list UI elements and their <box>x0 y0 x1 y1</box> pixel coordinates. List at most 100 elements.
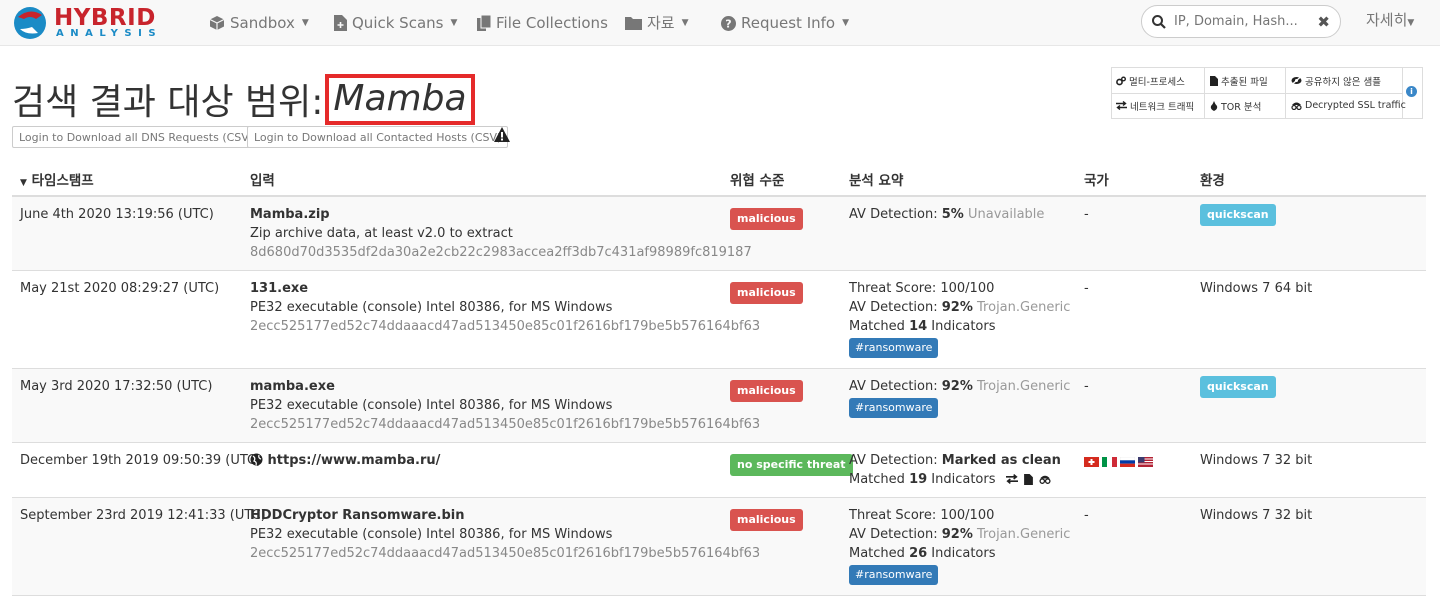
caret-down-icon: ▼ <box>301 18 309 28</box>
language-menu[interactable]: 자세히▼ <box>1366 0 1414 42</box>
flag-switzerland-icon[interactable] <box>1084 457 1099 467</box>
nav-file-collections[interactable]: File Collections <box>477 0 608 46</box>
legend-network-traffic: 네트워크 트래픽 <box>1112 93 1194 118</box>
folder-icon <box>625 17 642 30</box>
warning-icon[interactable] <box>493 126 511 144</box>
row-filetype: PE32 executable (console) Intel 80386, f… <box>250 527 613 542</box>
flag-usa-icon[interactable] <box>1138 457 1153 467</box>
row-summary: AV Detection: 92% Trojan.Generic #ransom… <box>849 377 1070 418</box>
row-hash: 2ecc525177ed52c74ddaaacd47ad513450e85c01… <box>250 546 761 561</box>
spy-icon <box>1039 475 1051 484</box>
hybrid-analysis-logo[interactable]: HYBRID ANALYSIS <box>12 5 180 41</box>
question-circle-icon: ? <box>721 15 736 31</box>
top-navbar: HYBRID ANALYSIS Sandbox ▼ Quick Scans ▼ … <box>0 0 1440 46</box>
file-icon <box>1210 75 1218 86</box>
environment-badge: quickscan <box>1200 376 1276 398</box>
eye-slash-icon <box>1291 76 1302 85</box>
row-timestamp: December 19th 2019 09:50:39 (UTC) <box>20 453 262 468</box>
row-filename[interactable]: mamba.exe <box>250 377 760 396</box>
matched-indicators: Matched 14 Indicators <box>849 319 996 334</box>
results-table-header: ▼ 타임스탬프 입력 위협 수준 분석 요약 국가 환경 <box>12 160 1426 197</box>
flag-russia-icon[interactable] <box>1120 457 1135 467</box>
column-summary: 분석 요약 <box>849 173 904 189</box>
row-filename[interactable]: Mamba.zip <box>250 205 752 224</box>
row-input: https://www.mamba.ru/ <box>250 451 440 470</box>
threat-badge: malicious <box>730 208 803 230</box>
matched-indicators: Matched 19 Indicators <box>849 470 1061 489</box>
info-icon[interactable]: i <box>1406 86 1417 97</box>
row-hash: 2ecc525177ed52c74ddaaacd47ad513450e85c01… <box>250 319 761 334</box>
row-summary: AV Detection: 5% Unavailable <box>849 205 1044 224</box>
table-row[interactable]: December 19th 2019 09:50:39 (UTC) https:… <box>12 443 1426 498</box>
legend-extracted-files: 추출된 파일 <box>1206 68 1268 93</box>
flag-italy-icon[interactable] <box>1102 457 1117 467</box>
row-summary: Threat Score: 100/100 AV Detection: 92% … <box>849 279 1070 358</box>
globe-icon <box>250 453 263 466</box>
legend-multi-process: 멀티-프로세스 <box>1112 68 1185 93</box>
nav-sandbox[interactable]: Sandbox ▼ <box>209 0 309 46</box>
row-timestamp: June 4th 2020 13:19:56 (UTC) <box>20 207 214 222</box>
tag-ransomware[interactable]: #ransomware <box>849 338 939 358</box>
table-row[interactable]: June 4th 2020 13:19:56 (UTC) Mamba.zip Z… <box>12 197 1426 271</box>
sort-desc-icon: ▼ <box>20 178 27 188</box>
legend-unshared-samples: 공유하지 않은 샘플 <box>1287 68 1381 93</box>
exchange-icon <box>1005 474 1018 484</box>
row-url[interactable]: https://www.mamba.ru/ <box>250 451 440 470</box>
row-input: HDDCryptor Ransomware.bin PE32 executabl… <box>250 506 760 563</box>
av-detection: AV Detection: 92% Trojan.Generic <box>849 379 1071 394</box>
column-country: 국가 <box>1084 173 1109 189</box>
search-icon <box>1152 14 1166 29</box>
download-hosts-button[interactable]: Login to Download all Contacted Hosts (C… <box>247 126 509 148</box>
search-box[interactable]: ✖ <box>1141 5 1341 38</box>
av-detection: AV Detection: 5% Unavailable <box>849 207 1045 222</box>
row-country: - <box>1084 281 1089 296</box>
nav-resources[interactable]: 자료 ▼ <box>625 0 689 46</box>
column-threat-level[interactable]: 위협 수준 <box>730 169 784 189</box>
threat-badge: no specific threat <box>730 454 853 476</box>
row-hash: 2ecc525177ed52c74ddaaacd47ad513450e85c01… <box>250 417 761 432</box>
exchange-icon <box>1116 101 1127 110</box>
row-input: Mamba.zip Zip archive data, at least v2.… <box>250 205 752 262</box>
spy-icon <box>1291 102 1302 110</box>
logo-text-bottom: ANALYSIS <box>56 28 163 39</box>
table-row[interactable]: May 21st 2020 08:29:27 (UTC) 131.exe PE3… <box>12 271 1426 369</box>
nav-file-collections-label: File Collections <box>496 14 608 32</box>
row-filename[interactable]: HDDCryptor Ransomware.bin <box>250 506 760 525</box>
svg-text:?: ? <box>725 17 731 30</box>
av-detection: AV Detection: Marked as clean <box>849 453 1061 468</box>
tag-ransomware[interactable]: #ransomware <box>849 398 939 418</box>
threat-score: Threat Score: 100/100 <box>849 281 995 296</box>
row-filetype: PE32 executable (console) Intel 80386, f… <box>250 300 613 315</box>
logo-globe-icon <box>14 7 46 39</box>
column-input[interactable]: 입력 <box>250 169 275 189</box>
row-country: - <box>1084 379 1089 394</box>
table-row[interactable]: May 3rd 2020 17:32:50 (UTC) mamba.exe PE… <box>12 369 1426 443</box>
caret-down-icon: ▼ <box>681 18 689 28</box>
row-input: mamba.exe PE32 executable (console) Inte… <box>250 377 760 434</box>
environment-badge: quickscan <box>1200 204 1276 226</box>
row-filetype: PE32 executable (console) Intel 80386, f… <box>250 398 613 413</box>
threat-score: Threat Score: 100/100 <box>849 508 995 523</box>
row-timestamp: May 3rd 2020 17:32:50 (UTC) <box>20 379 213 394</box>
nav-request-info[interactable]: ? Request Info ▼ <box>721 0 849 46</box>
row-summary: Threat Score: 100/100 AV Detection: 92% … <box>849 506 1070 585</box>
row-filename[interactable]: 131.exe <box>250 279 760 298</box>
search-input[interactable] <box>1174 14 1314 29</box>
download-dns-button[interactable]: Login to Download all DNS Requests (CSV) <box>12 126 261 148</box>
tag-ransomware[interactable]: #ransomware <box>849 565 939 585</box>
caret-down-icon: ▼ <box>1407 18 1415 28</box>
nav-request-info-label: Request Info <box>741 14 836 32</box>
row-timestamp: September 23rd 2019 12:41:33 (UTC) <box>20 508 266 523</box>
nav-quick-scans[interactable]: Quick Scans ▼ <box>334 0 457 46</box>
caret-down-icon: ▼ <box>450 18 458 28</box>
page-title: 검색 결과 대상 범위: Mamba <box>12 73 475 125</box>
clear-search-icon[interactable]: ✖ <box>1317 13 1330 31</box>
cogs-icon <box>1116 76 1126 85</box>
cube-icon <box>209 16 225 30</box>
caret-down-icon: ▼ <box>842 18 850 28</box>
feature-legend: 멀티-프로세스 추출된 파일 공유하지 않은 샘플 네트워크 트래픽 TOR 분… <box>1111 67 1423 119</box>
search-term-highlight: Mamba <box>325 73 475 125</box>
column-timestamp[interactable]: ▼ 타임스탬프 <box>20 169 94 189</box>
table-row[interactable]: September 23rd 2019 12:41:33 (UTC) HDDCr… <box>12 498 1426 596</box>
row-country: - <box>1084 508 1089 523</box>
